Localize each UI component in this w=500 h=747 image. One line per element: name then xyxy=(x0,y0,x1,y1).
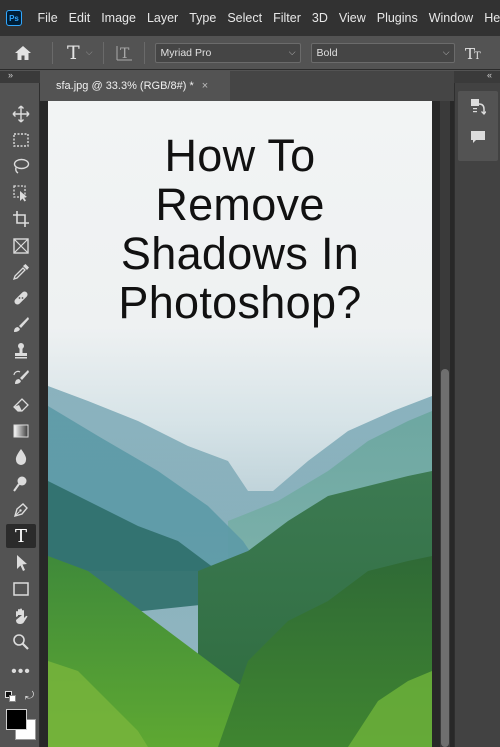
panel-dock-header: « xyxy=(454,70,500,83)
menu-plugins[interactable]: Plugins xyxy=(371,0,423,36)
menu-view[interactable]: View xyxy=(333,0,371,36)
image-title-line-3: Shadows In xyxy=(120,228,360,279)
chevron-down-icon: ⌵ xyxy=(442,47,450,57)
collapse-panels-icon[interactable]: « xyxy=(487,70,492,80)
blur-tool-icon[interactable] xyxy=(6,445,36,469)
zoom-tool-icon[interactable] xyxy=(6,630,36,654)
font-style-select[interactable]: Bold ⌵ xyxy=(310,42,455,63)
brush-tool-icon[interactable] xyxy=(6,313,36,337)
image-title-line-2: Remove xyxy=(155,179,325,230)
menu-file[interactable]: File xyxy=(32,0,63,36)
type-tool-preset-icon[interactable]: T xyxy=(67,42,80,64)
font-family-value: Myriad Pro xyxy=(160,46,212,59)
expand-toolbar-icon[interactable]: » xyxy=(8,70,13,80)
eraser-tool-icon[interactable] xyxy=(6,392,36,416)
swap-colors-icon[interactable]: ⤾ xyxy=(25,690,34,703)
image-title-line-1: How To xyxy=(164,130,316,181)
clone-stamp-tool-icon[interactable] xyxy=(6,339,36,363)
more-tools-icon[interactable]: ••• xyxy=(6,663,36,681)
chevron-down-icon: ⌵ xyxy=(288,47,296,57)
font-style-value: Bold xyxy=(316,46,338,59)
document-canvas[interactable]: How To Remove Shadows In Photoshop? xyxy=(48,101,432,747)
document-tab-title: sfa.jpg @ 33.3% (RGB/8#) * xyxy=(56,80,194,92)
menu-image[interactable]: Image xyxy=(96,0,142,36)
font-size-icon[interactable]: T T xyxy=(465,44,483,62)
menu-help[interactable]: He xyxy=(479,0,500,36)
chevron-down-icon[interactable]: ⌵ xyxy=(86,47,93,58)
vertical-scrollbar[interactable] xyxy=(440,101,450,747)
menu-window[interactable]: Window xyxy=(423,0,478,36)
home-icon[interactable] xyxy=(10,45,36,61)
menu-layer[interactable]: Layer xyxy=(141,0,183,36)
canvas-area[interactable]: How To Remove Shadows In Photoshop? xyxy=(40,101,454,747)
menu-3d[interactable]: 3D xyxy=(306,0,333,36)
move-tool-icon[interactable] xyxy=(6,102,36,126)
type-tool-icon[interactable]: T xyxy=(6,524,36,548)
foreground-color-swatch[interactable] xyxy=(6,709,27,730)
font-family-select[interactable]: Myriad Pro ⌵ xyxy=(154,42,301,63)
eyedropper-tool-icon[interactable] xyxy=(6,260,36,284)
comments-panel-icon[interactable] xyxy=(462,123,494,151)
separator xyxy=(102,41,104,64)
pen-tool-icon[interactable] xyxy=(6,498,36,522)
gradient-tool-icon[interactable] xyxy=(6,419,36,443)
frame-tool-icon[interactable] xyxy=(6,234,36,258)
marquee-tool-icon[interactable] xyxy=(6,128,36,152)
path-select-tool-icon[interactable] xyxy=(6,551,36,575)
ellipsis-icon: ••• xyxy=(11,663,31,680)
document-tab-bar: sfa.jpg @ 33.3% (RGB/8#) * × xyxy=(40,71,454,101)
separator xyxy=(143,41,145,64)
image-title-line-4: Photoshop? xyxy=(118,277,362,328)
lasso-tool-icon[interactable] xyxy=(6,154,36,178)
dodge-tool-icon[interactable] xyxy=(6,472,36,496)
panel-dock xyxy=(454,83,500,747)
options-bar: T ⌵ T Myriad Pro ⌵ Bold ⌵ T T xyxy=(0,36,500,70)
close-icon[interactable]: × xyxy=(202,80,208,92)
scrollbar-thumb[interactable] xyxy=(441,369,449,747)
history-brush-tool-icon[interactable] xyxy=(6,366,36,390)
default-colors-icon[interactable] xyxy=(5,691,17,703)
toolbar-header: » xyxy=(0,70,40,83)
crop-tool-icon[interactable] xyxy=(6,207,36,231)
menu-bar: Ps File Edit Image Layer Type Select Fil… xyxy=(0,0,500,36)
rectangle-tool-icon[interactable] xyxy=(6,577,36,601)
orientation-toggle-icon[interactable]: T xyxy=(116,44,134,62)
menu-select[interactable]: Select xyxy=(222,0,268,36)
document-tab[interactable]: sfa.jpg @ 33.3% (RGB/8#) * × xyxy=(40,71,230,101)
svg-text:T: T xyxy=(474,51,481,62)
separator xyxy=(52,41,53,64)
hand-tool-icon[interactable] xyxy=(6,604,36,628)
menu-edit[interactable]: Edit xyxy=(63,0,96,36)
tools-panel: T ••• ⤾ xyxy=(0,83,40,747)
object-select-tool-icon[interactable] xyxy=(6,181,36,205)
photoshop-logo: Ps xyxy=(6,10,22,26)
menu-type[interactable]: Type xyxy=(184,0,222,36)
menu-filter[interactable]: Filter xyxy=(268,0,307,36)
history-panel-icon[interactable] xyxy=(462,93,494,121)
healing-brush-tool-icon[interactable] xyxy=(6,286,36,310)
type-tool-glyph: T xyxy=(14,525,27,547)
